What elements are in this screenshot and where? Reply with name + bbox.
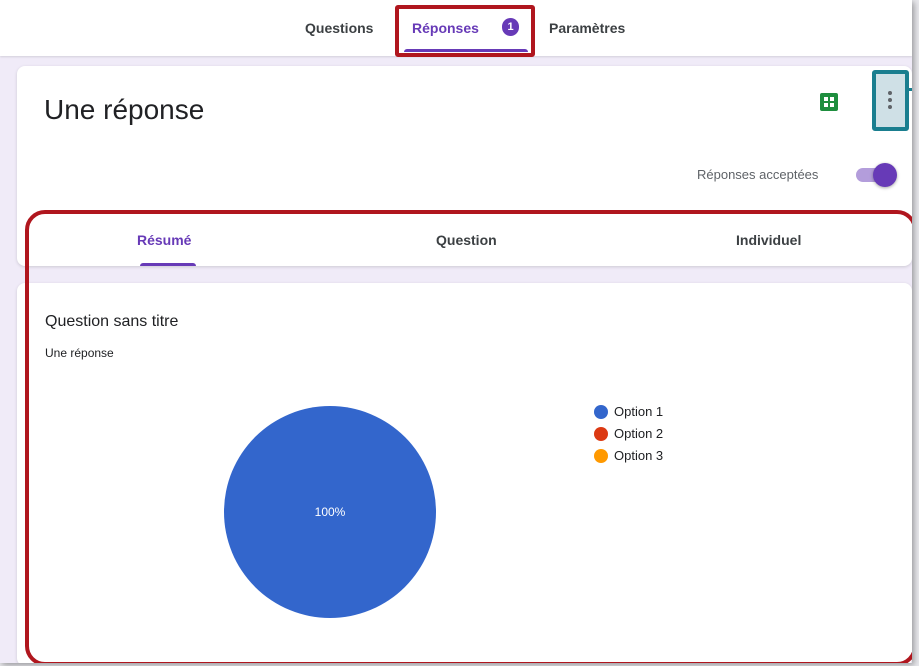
- accepting-responses-label: Réponses acceptées: [697, 167, 819, 182]
- results-highlight: [25, 210, 912, 663]
- tab-questions[interactable]: Questions: [305, 20, 373, 36]
- callout-line: [909, 88, 912, 91]
- forms-window: Questions Réponses 1 Paramètres Une répo…: [0, 0, 912, 663]
- response-count-title: Une réponse: [44, 94, 205, 125]
- more-vert-icon-dot: [888, 98, 892, 102]
- more-vert-icon-dot: [888, 105, 892, 109]
- more-vert-icon: [888, 91, 892, 95]
- responses-tab-highlight: [395, 5, 535, 57]
- more-options-button[interactable]: [872, 70, 909, 131]
- sheets-icon[interactable]: [820, 93, 838, 111]
- toggle-knob[interactable]: [873, 163, 897, 187]
- tab-settings[interactable]: Paramètres: [549, 20, 625, 36]
